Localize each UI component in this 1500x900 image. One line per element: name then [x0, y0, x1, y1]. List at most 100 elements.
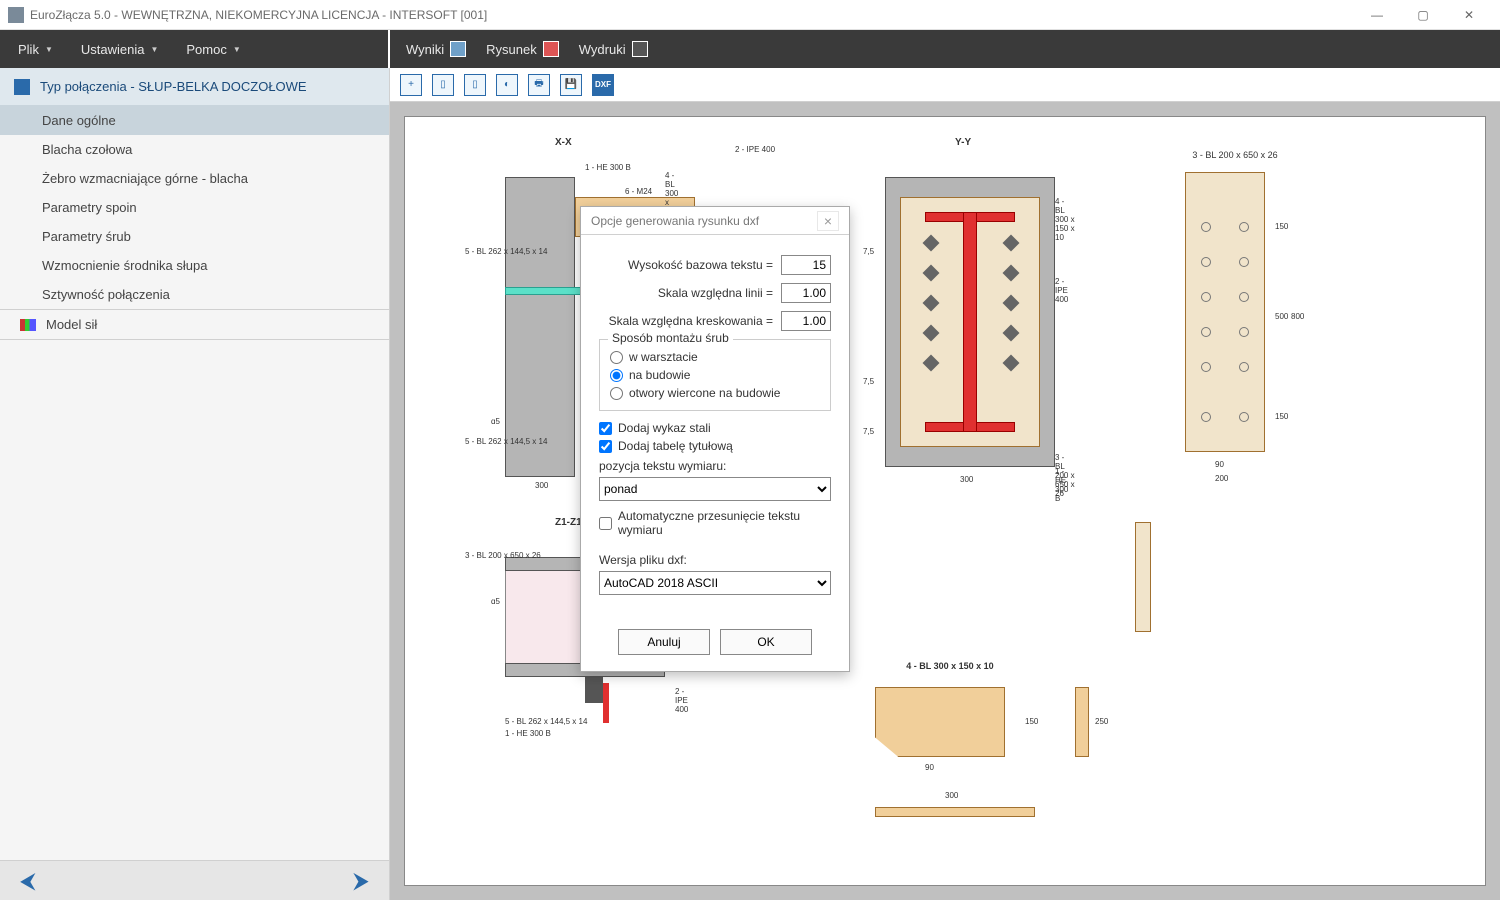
drawing-stiffener: 4 - BL 300 x 150 x 10 150 90 250	[865, 677, 1035, 767]
drawing-plate-side	[1125, 517, 1165, 637]
shape-column	[505, 177, 575, 477]
radio-onsite-input[interactable]	[610, 369, 623, 382]
label-yy-75a: 7,5	[863, 247, 874, 256]
radio-workshop-input[interactable]	[610, 351, 623, 364]
label-plate-title: 3 - BL 200 x 650 x 26	[1175, 150, 1295, 160]
shape-hole	[1201, 412, 1211, 422]
tool-page1-icon[interactable]: ▯	[432, 74, 454, 96]
shape-hole	[1239, 362, 1249, 372]
label-z1-a5: ɑ5	[491, 597, 500, 606]
sidebar-nav: ⮜ ⮞	[0, 860, 389, 900]
drawing-section-yy: Y-Y 4 - BL 300	[855, 137, 1075, 487]
label-z1-bl200: 3 - BL 200 x 650 x 26	[465, 551, 541, 560]
caret-down-icon: ▼	[45, 45, 53, 54]
caret-down-icon: ▼	[150, 45, 158, 54]
label-plate-w2: 200	[1215, 474, 1228, 483]
label-plate-h3: 150	[1275, 412, 1288, 421]
sidebar-item-dane-ogolne[interactable]: Dane ogólne	[0, 106, 389, 135]
nav-prev-button[interactable]: ⮜	[20, 868, 36, 894]
check-title-table[interactable]: Dodaj tabelę tytułową	[599, 439, 831, 453]
input-line-scale[interactable]	[781, 283, 831, 303]
maximize-button[interactable]: ▢	[1400, 0, 1446, 30]
sidebar-item-model-sil[interactable]: Model sił	[0, 309, 389, 340]
label-z1-he300b: 1 - HE 300 B	[505, 729, 551, 738]
select-dxf-version[interactable]: AutoCAD 2018 ASCII	[599, 571, 831, 595]
dxf-options-dialog: Opcje generowania rysunku dxf × Wysokość…	[580, 206, 850, 672]
shape-z1-red	[603, 683, 609, 723]
radio-onsite[interactable]: na budowie	[610, 368, 820, 382]
shape-stiff-body	[875, 687, 1005, 757]
check-auto-shift-input[interactable]	[599, 517, 612, 530]
shape-stiff-strip	[1075, 687, 1089, 757]
group-bolt-mounting: Sposób montażu śrub w warsztacie na budo…	[599, 339, 831, 411]
sidebar-item-zebro-gorne[interactable]: Żebro wzmacniające górne - blacha	[0, 164, 389, 193]
shape-z1-bolt	[585, 677, 603, 703]
tool-page2-icon[interactable]: ▯	[464, 74, 486, 96]
ribbon-wydruki[interactable]: Wydruki	[571, 30, 656, 68]
shape-hole	[1201, 257, 1211, 267]
print-icon	[632, 41, 648, 57]
cancel-button[interactable]: Anuluj	[618, 629, 710, 655]
tool-preview-icon[interactable]: ◐	[496, 74, 518, 96]
close-button[interactable]: ✕	[1446, 0, 1492, 30]
ribbon-wyniki-label: Wyniki	[406, 42, 444, 57]
window-controls: ― ▢ ✕	[1354, 0, 1492, 30]
radio-drilled-input[interactable]	[610, 387, 623, 400]
tool-dxf-icon[interactable]: DXF	[592, 74, 614, 96]
titlebar: EuroZłącza 5.0 - WEWNĘTRZNA, NIEKOMERCYJ…	[0, 0, 1500, 30]
label-plate-h1: 150	[1275, 222, 1288, 231]
input-text-height[interactable]	[781, 255, 831, 275]
sidebar-item-blacha-czolowa[interactable]: Blacha czołowa	[0, 135, 389, 164]
sidebar-item-sztywnosc[interactable]: Sztywność połączenia	[0, 280, 389, 309]
label-yy-he300b: 1 - HE 300 B	[1055, 467, 1075, 503]
nav-next-button[interactable]: ⮞	[353, 868, 369, 894]
label-text-height: Wysokość bazowa tekstu =	[599, 258, 773, 272]
sidebar-item-parametry-spoin[interactable]: Parametry spoin	[0, 193, 389, 222]
tool-save-icon[interactable]: 💾	[560, 74, 582, 96]
drawing-canvas-wrap[interactable]: X-X 1 - HE 300 B 6 - M24 4 - BL 300 x 15…	[390, 102, 1500, 900]
dialog-close-button[interactable]: ×	[817, 211, 839, 231]
check-steel-list-input[interactable]	[599, 422, 612, 435]
menu-settings-label: Ustawienia	[81, 42, 145, 57]
menu-file[interactable]: Plik ▼	[8, 30, 63, 68]
drawing-bar: 300	[865, 797, 1065, 837]
check-auto-shift-label: Automatyczne przesunięcie tekstu wymiaru	[618, 509, 831, 537]
sidebar-model-label: Model sił	[46, 317, 97, 332]
tool-new-icon[interactable]: +	[400, 74, 422, 96]
label-yy-bl300: 4 - BL 300 x 150 x 10	[1055, 197, 1075, 242]
check-steel-list[interactable]: Dodaj wykaz stali	[599, 421, 831, 435]
select-dim-text-pos[interactable]: ponad	[599, 477, 831, 501]
radio-drilled-onsite[interactable]: otwory wiercone na budowie	[610, 386, 820, 400]
label-stiff-h2: 250	[1095, 717, 1108, 726]
menu-settings[interactable]: Ustawienia ▼	[71, 30, 169, 68]
shape-plate-body	[1185, 172, 1265, 452]
minimize-button[interactable]: ―	[1354, 0, 1400, 30]
shape-vstrip	[1135, 522, 1151, 632]
input-hatch-scale[interactable]	[781, 311, 831, 331]
ribbon-wyniki[interactable]: Wyniki	[398, 30, 474, 68]
label-ipe400-top: 2 - IPE 400	[735, 145, 775, 154]
ok-button[interactable]: OK	[720, 629, 812, 655]
legend-mounting: Sposób montażu śrub	[608, 331, 733, 345]
label-bar-dim: 300	[945, 791, 958, 800]
ribbon-rysunek[interactable]: Rysunek	[478, 30, 567, 68]
radio-onsite-label: na budowie	[629, 368, 690, 382]
check-auto-shift[interactable]: Automatyczne przesunięcie tekstu wymiaru	[599, 509, 831, 537]
radio-workshop[interactable]: w warsztacie	[610, 350, 820, 364]
check-title-table-input[interactable]	[599, 440, 612, 453]
shape-hole	[1201, 327, 1211, 337]
shape-hole	[1201, 362, 1211, 372]
sidebar-header-label: Typ połączenia - SŁUP-BELKA DOCZOŁOWE	[40, 79, 307, 94]
menu-help[interactable]: Pomoc ▼	[176, 30, 250, 68]
dialog-buttons: Anuluj OK	[581, 607, 849, 671]
tool-print-icon[interactable]: 🖶	[528, 74, 550, 96]
label-yy-75b: 7,5	[863, 377, 874, 386]
label-plate-w1: 90	[1215, 460, 1224, 469]
sidebar-item-wzmocnienie-srodnika[interactable]: Wzmocnienie środnika słupa	[0, 251, 389, 280]
menu-file-label: Plik	[18, 42, 39, 57]
shape-hole	[1239, 222, 1249, 232]
sidebar-list: Dane ogólne Blacha czołowa Żebro wzmacni…	[0, 106, 389, 340]
sidebar-item-parametry-srub[interactable]: Parametry śrub	[0, 222, 389, 251]
shape-hole	[1239, 292, 1249, 302]
menubar: Plik ▼ Ustawienia ▼ Pomoc ▼ Wyniki Rysun…	[0, 30, 1500, 68]
